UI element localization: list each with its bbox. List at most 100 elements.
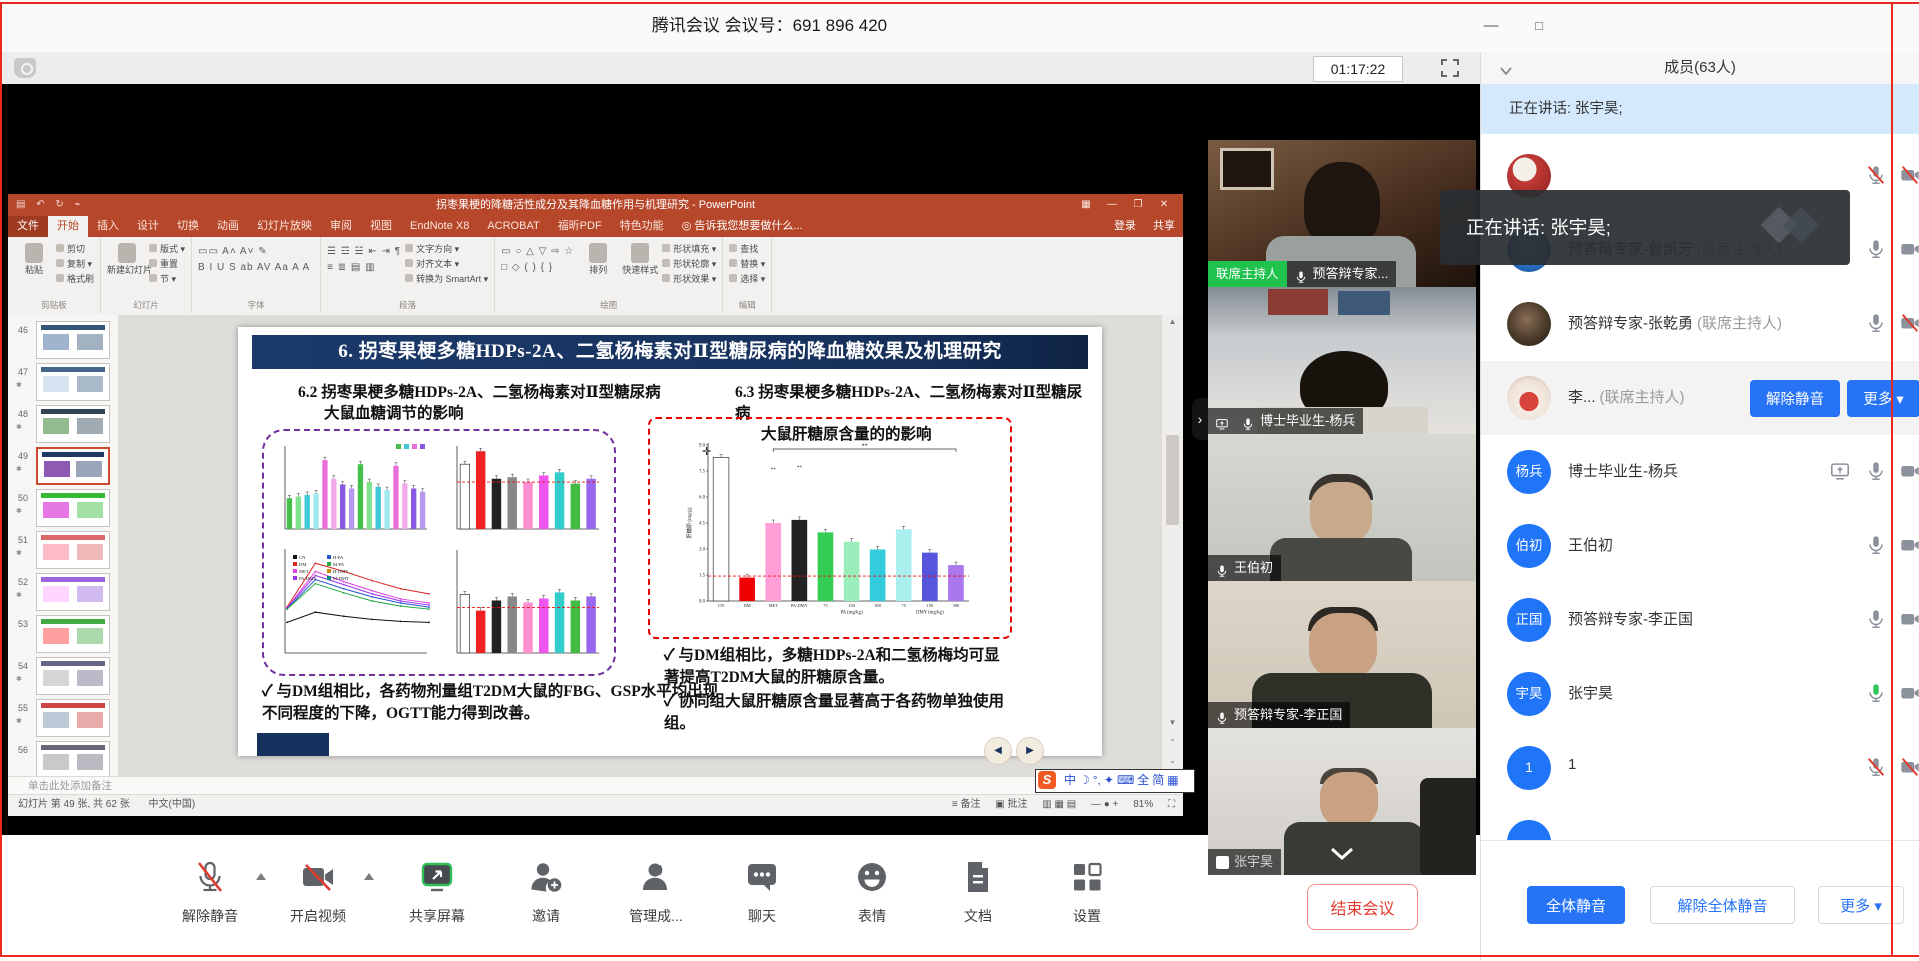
scrollbar-thumb[interactable] (1166, 435, 1179, 525)
member-mic-icon[interactable] (1865, 312, 1887, 336)
ppt-tab-4[interactable]: 切换 (168, 216, 208, 237)
member-row-李...[interactable]: 李...(联席主持人)解除静音更多 ▾ (1481, 361, 1919, 435)
ribbon-controls[interactable]: ☰ ☲ ☱ ⇤ ⇥ ¶≡ ≣ ▤ ▥ (327, 244, 401, 276)
toolbar-manage-button[interactable]: 管理成... (614, 859, 698, 926)
notes-toggle[interactable]: ≡ 备注 (952, 799, 981, 810)
ime-option[interactable]: 中 (1064, 770, 1076, 790)
sogou-logo-icon[interactable]: S (1038, 771, 1056, 789)
ppt-tab-1[interactable]: 开始 (48, 216, 88, 237)
toolbar-share-screen-button[interactable]: 共享屏幕 (395, 859, 479, 926)
ppt-tab-7[interactable]: 审阅 (321, 216, 361, 237)
ribbon-item[interactable]: 替换 ▾ (729, 257, 765, 272)
ribbon-item[interactable]: 文字方向 ▾ (405, 242, 488, 257)
member-row-王伯初[interactable]: 伯初王伯初 (1481, 509, 1919, 583)
zoom-slider[interactable]: — ● + (1091, 799, 1118, 810)
ime-option[interactable]: 全 (1137, 770, 1149, 790)
member-camera-icon[interactable] (1899, 312, 1919, 336)
fullscreen-icon[interactable] (1439, 57, 1461, 79)
toolbar-camera-off-button[interactable]: 开启视频 (276, 859, 360, 926)
caret-up-icon[interactable] (256, 873, 266, 880)
member-row-博士毕业生-杨兵[interactable]: 杨兵博士毕业生-杨兵 (1481, 435, 1919, 509)
video-strip-expand-handle[interactable]: › (1192, 398, 1208, 440)
ppt-quick-access-icons[interactable]: ▤ ↶ ↻ ⌁ (16, 194, 85, 216)
member-camera-icon[interactable] (1899, 460, 1919, 484)
video-tile-王伯初[interactable]: 王伯初 (1208, 434, 1476, 581)
ppt-signin-button[interactable]: 登录 (1114, 220, 1136, 232)
member-camera-icon[interactable] (1899, 608, 1919, 632)
ribbon-item[interactable]: 剪切 (56, 242, 94, 257)
video-tile-预答辩专家...[interactable]: 联席主持人预答辩专家... (1208, 140, 1476, 287)
member-more-button[interactable]: 更多 ▾ (1847, 380, 1919, 417)
ppt-tab-0[interactable]: 文件 (8, 216, 48, 237)
ribbon-item[interactable]: 查找 (729, 242, 765, 257)
slide-next-arrow[interactable]: ▶ (1016, 737, 1044, 765)
ribbon-controls[interactable]: ▭▭ A˄ A˅ ✎B I U S ab AV Aa A A (198, 244, 310, 276)
ribbon-item[interactable]: 复制 ▾ (56, 257, 94, 272)
member-mic-icon[interactable] (1865, 164, 1887, 188)
ime-option[interactable]: ✦ (1104, 770, 1114, 790)
slide-thumbnail-52[interactable] (36, 573, 110, 611)
member-mic-icon[interactable] (1865, 460, 1887, 484)
video-tile-博士毕业生-杨兵[interactable]: 博士毕业生-杨兵 (1208, 287, 1476, 434)
ppt-tab-10[interactable]: ACROBAT (478, 216, 548, 237)
toolbar-settings-button[interactable]: 设置 (1045, 859, 1129, 926)
ppt-tell-me-box[interactable]: ◎ 告诉我您想要做什么... (673, 216, 812, 237)
member-mic-icon[interactable] (1865, 534, 1887, 558)
slide-thumbnail-50[interactable] (36, 489, 110, 527)
ppt-tab-9[interactable]: EndNote X8 (401, 216, 478, 237)
ime-option[interactable]: °, (1093, 770, 1101, 790)
slide-thumbnail-56[interactable] (36, 741, 110, 776)
slide-thumbnail-53[interactable] (36, 615, 110, 653)
sogou-ime-bar[interactable]: S 中☽°,✦⌨全简▦ (1035, 769, 1195, 793)
ime-option[interactable]: 简 (1152, 770, 1164, 790)
member-mic-icon[interactable] (1865, 608, 1887, 632)
ribbon-item[interactable]: 选择 ▾ (729, 272, 765, 287)
member-mic-icon[interactable] (1865, 682, 1887, 706)
member-camera-icon[interactable] (1899, 682, 1919, 706)
ribbon-button[interactable]: 粘贴 (14, 240, 54, 275)
member-camera-icon[interactable] (1899, 164, 1919, 188)
ppt-share-button[interactable]: 共享 (1153, 220, 1175, 232)
slide-prev-arrow[interactable]: ◀ (984, 737, 1012, 765)
toolbar-invite-button[interactable]: 邀请 (504, 859, 588, 926)
end-meeting-button[interactable]: 结束会议 (1307, 884, 1418, 930)
fit-to-window-icon[interactable]: ⛶ (1168, 799, 1175, 810)
member-row-张宇昊[interactable]: 宇昊张宇昊 (1481, 657, 1919, 731)
ribbon-item[interactable]: 重置 (149, 257, 185, 272)
slide-thumbnail-46[interactable] (36, 321, 110, 359)
scroll-down-icon[interactable]: ▼ (1162, 718, 1183, 734)
member-row-预答辩专家-张乾勇[interactable]: 预答辩专家-张乾勇(联席主持人) (1481, 287, 1919, 361)
ppt-tab-8[interactable]: 视图 (361, 216, 401, 237)
toolbar-chat-button[interactable]: 聊天 (720, 859, 804, 926)
member-row-预答辩专家-李正国[interactable]: 正国预答辩专家-李正国 (1481, 583, 1919, 657)
ime-option[interactable]: ⌨ (1117, 770, 1134, 790)
ppt-tab-6[interactable]: 幻灯片放映 (248, 216, 321, 237)
ribbon-item[interactable]: 节 ▾ (149, 272, 185, 287)
ribbon-item[interactable]: 版式 ▾ (149, 242, 185, 257)
minimize-button[interactable]: — (1476, 14, 1506, 38)
toolbar-doc-button[interactable]: 文档 (936, 859, 1020, 926)
mute-all-button[interactable]: 全体静音 (1527, 886, 1625, 924)
ppt-tab-12[interactable]: 特色功能 (611, 216, 673, 237)
ribbon-item[interactable]: 形状效果 ▾ (662, 272, 716, 287)
ribbon-button[interactable]: 快速样式 (620, 240, 660, 275)
caret-up-icon[interactable] (364, 873, 374, 880)
maximize-button[interactable]: □ (1524, 14, 1554, 38)
member-mic-icon[interactable] (1865, 756, 1887, 780)
ppt-vertical-scrollbar[interactable]: ▲ ▼ ⌃ ⌄ (1161, 315, 1183, 776)
member-row-1[interactable]: 11 (1481, 731, 1919, 805)
unmute-all-button[interactable]: 解除全体静音 (1650, 886, 1795, 924)
language-indicator[interactable]: 中文(中国) (148, 799, 195, 810)
slide-thumbnail-54[interactable] (36, 657, 110, 695)
unmute-member-button[interactable]: 解除静音 (1750, 380, 1840, 417)
ribbon-item[interactable]: 形状填充 ▾ (662, 242, 716, 257)
ime-option[interactable]: ☽ (1079, 770, 1090, 790)
ppt-tab-2[interactable]: 插入 (88, 216, 128, 237)
ribbon-button[interactable]: 排列 (578, 240, 618, 275)
previous-slide-icon[interactable]: ⌃ (1162, 738, 1183, 754)
member-mic-icon[interactable] (1865, 238, 1887, 262)
toolbar-emoji-button[interactable]: 表情 (830, 859, 914, 926)
video-tile-预答辩专家-李正国[interactable]: 预答辩专家-李正国 (1208, 581, 1476, 728)
ppt-notes-area[interactable]: 单击此处添加备注 (8, 776, 1183, 794)
slide-thumbnail-49[interactable] (36, 447, 110, 485)
